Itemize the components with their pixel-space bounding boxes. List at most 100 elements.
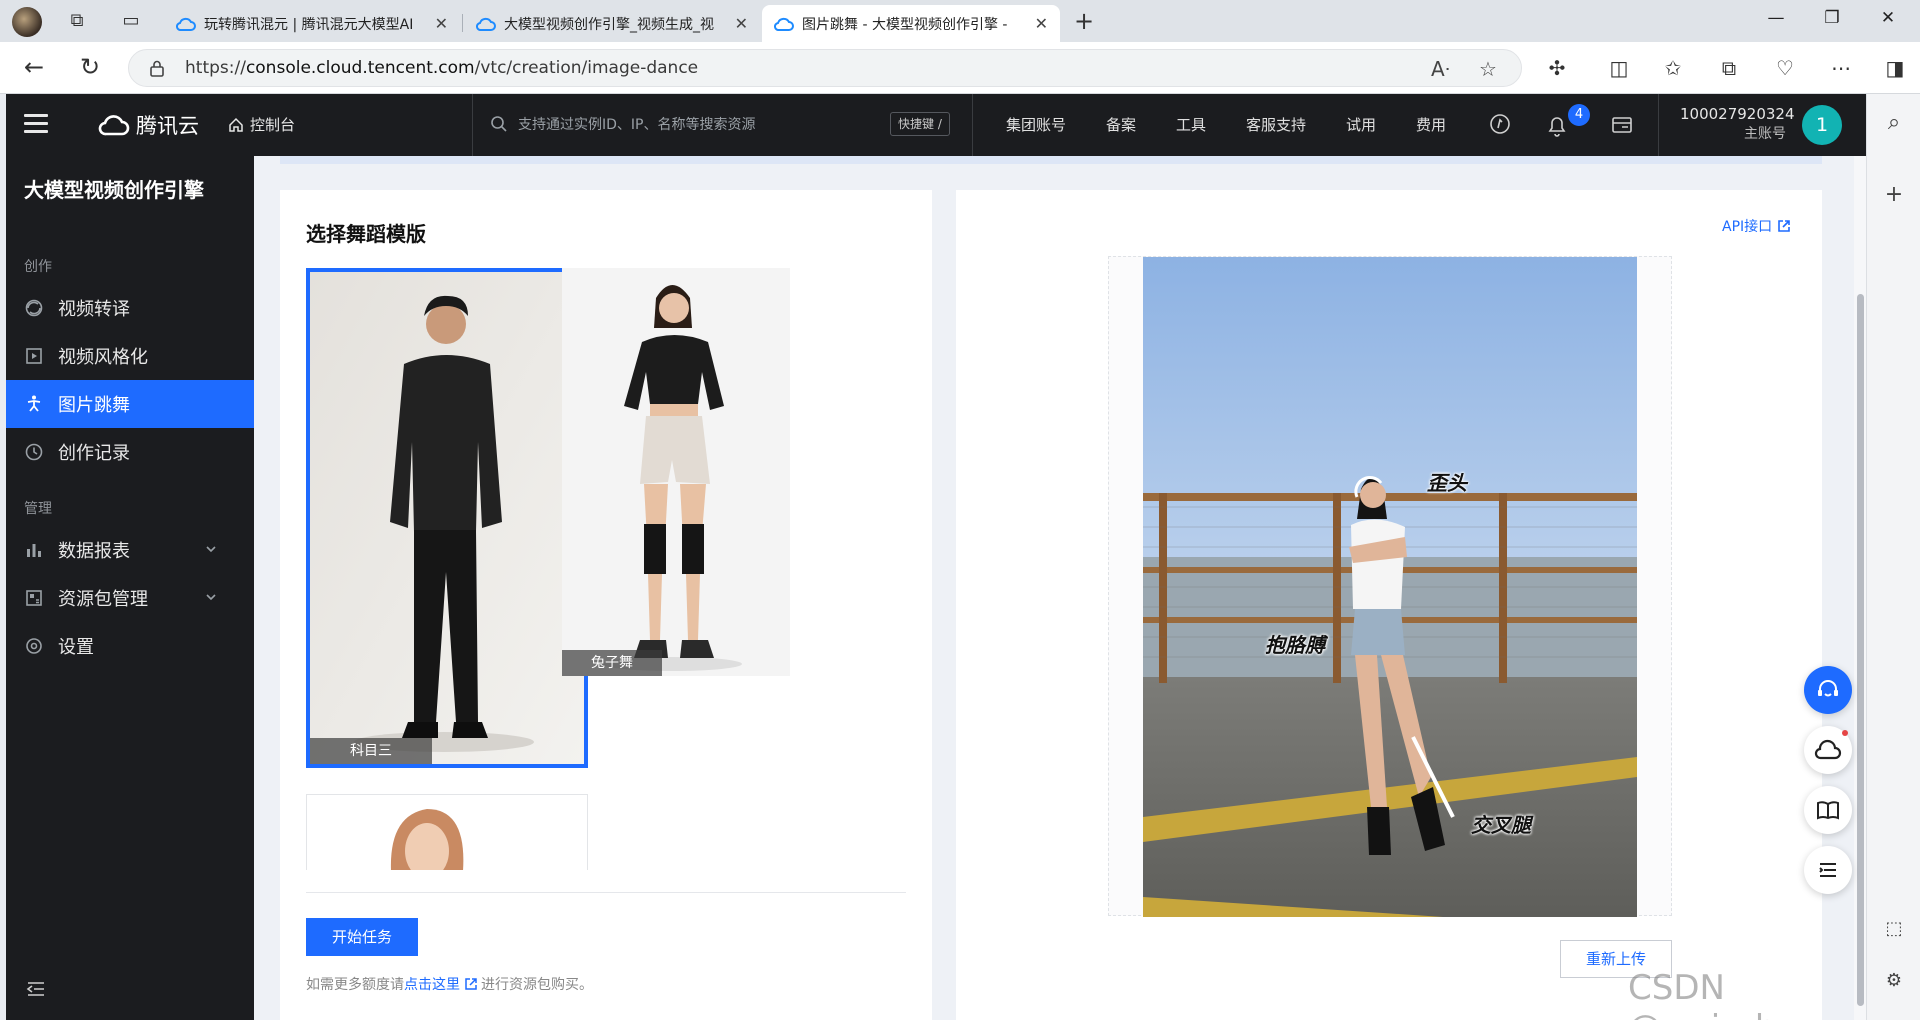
list-icon xyxy=(1819,863,1836,877)
sidebar-item-label: 图片跳舞 xyxy=(58,395,130,416)
sidebar-item-image-dance[interactable]: 图片跳舞 xyxy=(6,380,254,428)
external-link-icon xyxy=(1778,220,1790,232)
uploaded-image: 歪头 抱胳膊 交叉腿 xyxy=(1143,257,1637,917)
cart-icon[interactable] xyxy=(1610,114,1634,136)
browser-sidebar: ⌕ + ⬚ ⚙ xyxy=(1866,94,1920,1020)
console-sidebar: 大模型视频创作引擎 创作 视频转译 视频风格化 图片跳舞 创作记录 管理 数据报… xyxy=(6,156,254,1020)
sidebar-item-label: 设置 xyxy=(58,637,94,658)
compass-icon[interactable] xyxy=(1488,112,1512,136)
page-scrollbar-thumb[interactable] xyxy=(1857,294,1864,1006)
browser-tab-1[interactable]: 玩转腾讯混元 | 腾讯混元大模型AI ✕ xyxy=(164,5,460,42)
sidebar-item-package-management[interactable]: 资源包管理 xyxy=(6,574,254,622)
restore-icon[interactable]: ❐ xyxy=(1812,8,1852,28)
tencent-cloud-logo[interactable]: 腾讯云 xyxy=(98,110,199,140)
api-link[interactable]: API接口 xyxy=(1722,216,1791,236)
section-title: 选择舞蹈模版 xyxy=(306,222,426,246)
url-field[interactable]: https://console.cloud.tencent.com/vtc/cr… xyxy=(128,49,1522,87)
browser-tab-2[interactable]: 大模型视频创作引擎_视频生成_视 ✕ xyxy=(464,5,760,42)
user-avatar[interactable]: 1 xyxy=(1802,105,1842,145)
start-task-button[interactable]: 开始任务 xyxy=(306,918,418,956)
read-aloud-icon[interactable]: Aᐧ xyxy=(1431,57,1450,81)
upload-area[interactable]: 歪头 抱胳膊 交叉腿 xyxy=(1108,256,1672,917)
more-options-icon[interactable]: ⋯ xyxy=(1826,56,1856,80)
nav-billing[interactable]: 费用 xyxy=(1416,114,1446,135)
url-path: /vtc/creation/image-dance xyxy=(474,58,699,78)
template-card-bunny-dance[interactable]: 兔子舞 xyxy=(562,268,790,676)
nav-group-account[interactable]: 集团账号 xyxy=(1006,114,1066,135)
table-of-contents-button[interactable] xyxy=(1804,846,1852,894)
template-panel: 选择舞蹈模版 科目三 兔子舞 开始任务 如需更多额度请点击这里 进行资源包购买。 xyxy=(280,190,932,1020)
annotation-cross-arms: 抱胳膊 xyxy=(1265,633,1325,657)
sidebar-toggle-icon[interactable]: ◨ xyxy=(1880,56,1910,80)
docs-button[interactable] xyxy=(1804,786,1852,834)
template-card-kemusan[interactable]: 科目三 xyxy=(306,268,588,768)
profile-avatar[interactable] xyxy=(12,7,42,37)
collapse-sidebar-icon[interactable] xyxy=(26,980,46,998)
tencent-cloud-icon xyxy=(774,17,794,31)
nav-tools[interactable]: 工具 xyxy=(1176,114,1206,135)
divider xyxy=(306,892,906,893)
sidebar-item-label: 资源包管理 xyxy=(58,589,148,610)
close-icon[interactable]: ✕ xyxy=(735,14,748,33)
sidebar-item-video-translate[interactable]: 视频转译 xyxy=(6,284,254,332)
shortcut-key-hint: 快捷键 / xyxy=(890,112,950,136)
uploaded-photo xyxy=(1143,257,1637,917)
browser-essentials-icon[interactable]: ♡ xyxy=(1770,56,1800,80)
tab-title: 图片跳舞 - 大模型视频创作引擎 - xyxy=(802,16,1008,33)
cloud-assistant-button[interactable] xyxy=(1804,726,1852,774)
browser-tab-3-active[interactable]: 图片跳舞 - 大模型视频创作引擎 - ✕ xyxy=(762,5,1060,42)
nav-icp-filing[interactable]: 备案 xyxy=(1106,114,1136,135)
reload-icon[interactable]: ↻ xyxy=(72,52,108,82)
close-icon[interactable]: ✕ xyxy=(435,14,448,33)
url-prefix: https:// xyxy=(185,58,246,78)
nav-trial[interactable]: 试用 xyxy=(1346,114,1376,135)
new-tab-icon[interactable]: + xyxy=(1074,7,1094,35)
customer-service-button[interactable] xyxy=(1804,666,1852,714)
add-sidebar-item-icon[interactable]: + xyxy=(1867,182,1920,207)
collections-icon[interactable]: ⧉ xyxy=(1714,56,1744,80)
bing-search-icon[interactable]: ⌕ xyxy=(1867,110,1920,135)
video-style-icon xyxy=(26,348,42,364)
screenshot-icon[interactable]: ⬚ xyxy=(1867,918,1920,939)
external-link-icon xyxy=(465,978,477,990)
favorite-star-icon[interactable]: ☆ xyxy=(1479,57,1497,81)
quota-note: 如需更多额度请点击这里 进行资源包购买。 xyxy=(306,974,593,994)
sidebar-item-settings[interactable]: 设置 xyxy=(6,622,254,670)
template-card-3[interactable] xyxy=(306,794,588,870)
sidebar-item-data-report[interactable]: 数据报表 xyxy=(6,526,254,574)
window-close-icon[interactable]: ✕ xyxy=(1868,8,1908,28)
hamburger-menu-icon[interactable] xyxy=(24,114,48,134)
tab-separator xyxy=(462,14,463,32)
sidebar-item-label: 数据报表 xyxy=(58,541,130,562)
nav-support[interactable]: 客服支持 xyxy=(1246,114,1306,135)
home-icon xyxy=(229,117,243,132)
console-home-link[interactable]: 控制台 xyxy=(228,114,295,135)
close-icon[interactable]: ✕ xyxy=(1035,14,1048,33)
account-role: 主账号 xyxy=(1744,126,1786,142)
split-screen-icon[interactable]: ◫ xyxy=(1604,56,1634,80)
tab-actions-icon[interactable]: ▭ xyxy=(118,9,144,33)
bar-chart-icon xyxy=(27,544,41,557)
api-link-label: API接口 xyxy=(1722,219,1773,235)
workspaces-icon[interactable]: ⧉ xyxy=(64,9,90,33)
sidebar-item-video-style[interactable]: 视频风格化 xyxy=(6,332,254,380)
bell-icon[interactable] xyxy=(1546,114,1568,138)
resource-search[interactable]: 支持通过实例ID、IP、名称等搜索资源 xyxy=(490,114,755,134)
back-icon[interactable]: ← xyxy=(16,52,52,82)
tencent-cloud-logo-icon xyxy=(98,115,130,136)
favorites-icon[interactable]: ✩ xyxy=(1658,56,1688,80)
sidebar-item-label: 视频转译 xyxy=(58,299,130,320)
package-icon xyxy=(26,590,42,606)
product-title: 大模型视频创作引擎 xyxy=(24,178,204,202)
quota-note-prefix: 如需更多额度请 xyxy=(306,977,404,993)
tab-title: 大模型视频创作引擎_视频生成_视 xyxy=(504,16,714,33)
console-topbar: 腾讯云 控制台 支持通过实例ID、IP、名称等搜索资源 快捷键 / 集团账号 备… xyxy=(6,94,1866,156)
alert-dot xyxy=(1842,730,1848,736)
section-label-manage: 管理 xyxy=(24,501,52,517)
sidebar-item-history[interactable]: 创作记录 xyxy=(6,428,254,476)
buy-package-link[interactable]: 点击这里 xyxy=(404,977,460,993)
account-info[interactable]: 100027920324 主账号 xyxy=(1680,104,1795,144)
minimize-icon[interactable]: — xyxy=(1756,8,1796,28)
settings-icon xyxy=(26,638,42,654)
extensions-icon[interactable]: ✣ xyxy=(1542,56,1572,80)
